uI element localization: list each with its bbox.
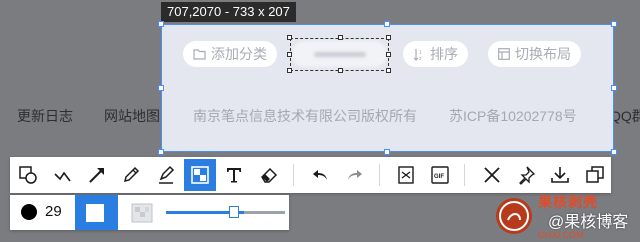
pencil-tool-icon[interactable] (115, 159, 147, 191)
layout-icon (498, 48, 510, 60)
watermark-author: @果核博客 (548, 214, 629, 231)
toolbar-divider (464, 164, 466, 186)
footer-link-qq: QQ群 (610, 108, 640, 124)
mosaic-selection-box[interactable] (290, 38, 389, 71)
shape-tool-icon[interactable] (12, 159, 44, 191)
svg-text:z: z (419, 56, 422, 61)
resize-handle-s[interactable] (384, 149, 390, 155)
copy-icon[interactable] (579, 159, 611, 191)
mosaic-handle-ne[interactable] (386, 35, 391, 40)
footer-link-changelog: 更新日志 (17, 108, 73, 124)
switch-layout-button: 切换布局 (488, 41, 581, 67)
download-icon[interactable] (544, 159, 576, 191)
ocr-icon[interactable] (390, 159, 422, 191)
svg-text:GIF: GIF (434, 174, 444, 180)
eraser-tool-icon[interactable] (253, 159, 285, 191)
resize-handle-se[interactable] (611, 149, 617, 155)
undo-icon[interactable] (304, 159, 336, 191)
polyline-tool-icon[interactable] (46, 159, 78, 191)
mosaic-handle-w[interactable] (287, 52, 292, 57)
resize-handle-nw[interactable] (158, 21, 164, 27)
watermark-logo-icon (496, 198, 532, 234)
brush-size-value[interactable]: 29 (45, 203, 62, 220)
sort-button: 1z 排序 (403, 41, 468, 67)
mosaic-style-icon[interactable] (131, 203, 153, 223)
screenshot-toolbar: GIF (10, 157, 611, 193)
selection-size-tooltip: 707,2070 - 733 x 207 (161, 2, 296, 22)
toolbar-divider (378, 164, 380, 186)
add-category-button: 添加分类 (183, 41, 277, 67)
highlighter-tool-icon[interactable] (150, 159, 182, 191)
arrow-tool-icon[interactable] (81, 159, 113, 191)
watermark-url: GHXI.COM (538, 230, 584, 240)
footer-link-sitemap: 网站地图 (104, 108, 160, 124)
resize-handle-ne[interactable] (611, 21, 617, 27)
mosaic-handle-s[interactable] (338, 68, 343, 73)
intensity-slider-thumb[interactable] (229, 206, 239, 218)
mosaic-handle-e[interactable] (386, 52, 391, 57)
copyright-text: 南京笔点信息技术有限公司版权所有 (193, 108, 417, 124)
text-tool-icon[interactable] (218, 159, 250, 191)
toolbar-divider (293, 164, 294, 186)
mosaic-tool-icon[interactable] (183, 159, 217, 191)
mosaic-handle-se[interactable] (386, 68, 391, 73)
close-icon[interactable] (475, 159, 507, 191)
gif-icon[interactable]: GIF (424, 159, 456, 191)
switch-layout-label: 切换布局 (515, 46, 571, 62)
pin-icon[interactable] (510, 159, 542, 191)
mosaic-handle-sw[interactable] (287, 68, 292, 73)
add-category-label: 添加分类 (211, 46, 267, 62)
redo-icon[interactable] (338, 159, 370, 191)
sort-label: 排序 (430, 46, 458, 62)
folder-icon (193, 48, 206, 60)
sort-icon: 1z (413, 48, 425, 61)
icp-text: 苏ICP备10202778号 (449, 108, 577, 124)
mosaic-handle-nw[interactable] (287, 35, 292, 40)
resize-handle-n[interactable] (384, 21, 390, 27)
resize-handle-sw[interactable] (158, 149, 164, 155)
mosaic-handle-n[interactable] (338, 35, 343, 40)
brush-size-dot[interactable] (21, 204, 37, 220)
resize-handle-w[interactable] (158, 85, 164, 91)
resize-handle-e[interactable] (611, 85, 617, 91)
color-selector[interactable] (75, 195, 118, 230)
